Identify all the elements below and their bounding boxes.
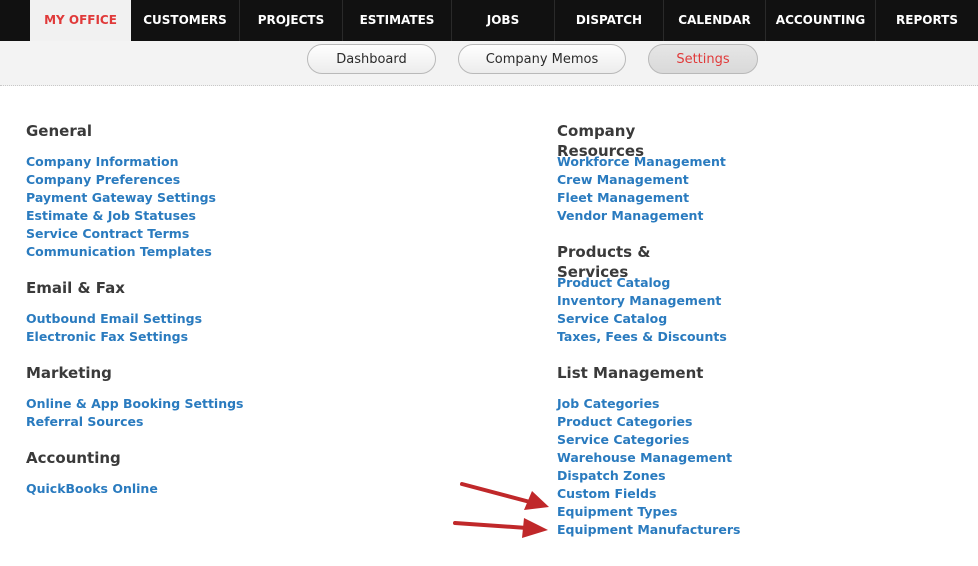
link-workforce-management[interactable]: Workforce Management — [557, 154, 726, 169]
tab-calendar[interactable]: CALENDAR — [664, 0, 766, 41]
link-referral-sources[interactable]: Referral Sources — [26, 414, 143, 429]
link-vendor-management[interactable]: Vendor Management — [557, 208, 703, 223]
link-list: Job Categories Product Categories Servic… — [557, 394, 740, 538]
link-quickbooks-online[interactable]: QuickBooks Online — [26, 481, 158, 496]
link-list: Company Information Company Preferences … — [26, 152, 216, 260]
section-email-fax: Email & Fax Outbound Email Settings Elec… — [26, 278, 202, 345]
section-title: List Management — [557, 364, 704, 382]
tab-jobs[interactable]: JOBS — [452, 0, 555, 41]
section-title: Marketing — [26, 364, 112, 382]
section-products-services: Products & Services Product Catalog Inve… — [557, 242, 727, 345]
link-product-categories[interactable]: Product Categories — [557, 414, 692, 429]
link-job-categories[interactable]: Job Categories — [557, 396, 660, 411]
link-list: Online & App Booking Settings Referral S… — [26, 394, 244, 430]
section-company-resources: Company Resources Workforce Management C… — [557, 121, 726, 224]
link-list: Workforce Management Crew Management Fle… — [557, 152, 726, 224]
settings-content: General Company Information Company Pref… — [0, 86, 978, 566]
tab-projects[interactable]: PROJECTS — [240, 0, 343, 41]
tab-accounting[interactable]: ACCOUNTING — [766, 0, 876, 41]
section-title: Products & Services — [557, 243, 651, 281]
section-title: General — [26, 122, 92, 140]
tab-customers[interactable]: CUSTOMERS — [131, 0, 240, 41]
link-list: Outbound Email Settings Electronic Fax S… — [26, 309, 202, 345]
link-crew-management[interactable]: Crew Management — [557, 172, 689, 187]
link-company-preferences[interactable]: Company Preferences — [26, 172, 180, 187]
section-title: Accounting — [26, 449, 121, 467]
link-company-information[interactable]: Company Information — [26, 154, 179, 169]
link-online-app-booking-settings[interactable]: Online & App Booking Settings — [26, 396, 244, 411]
top-nav: MY OFFICE CUSTOMERS PROJECTS ESTIMATES J… — [0, 0, 978, 41]
link-taxes-fees-discounts[interactable]: Taxes, Fees & Discounts — [557, 329, 727, 344]
section-list-management: List Management Job Categories Product C… — [557, 363, 740, 538]
link-outbound-email-settings[interactable]: Outbound Email Settings — [26, 311, 202, 326]
link-payment-gateway-settings[interactable]: Payment Gateway Settings — [26, 190, 216, 205]
link-custom-fields[interactable]: Custom Fields — [557, 486, 656, 501]
section-title: Email & Fax — [26, 279, 125, 297]
sub-nav: Dashboard Company Memos Settings — [0, 41, 978, 86]
link-list: Product Catalog Inventory Management Ser… — [557, 273, 727, 345]
subtab-settings[interactable]: Settings — [648, 44, 758, 74]
section-marketing: Marketing Online & App Booking Settings … — [26, 363, 244, 430]
link-service-catalog[interactable]: Service Catalog — [557, 311, 667, 326]
link-fleet-management[interactable]: Fleet Management — [557, 190, 689, 205]
section-title: Company Resources — [557, 122, 645, 160]
link-product-catalog[interactable]: Product Catalog — [557, 275, 670, 290]
link-service-contract-terms[interactable]: Service Contract Terms — [26, 226, 189, 241]
tab-estimates[interactable]: ESTIMATES — [343, 0, 452, 41]
tab-reports[interactable]: REPORTS — [876, 0, 978, 41]
link-equipment-manufacturers[interactable]: Equipment Manufacturers — [557, 522, 740, 537]
link-warehouse-management[interactable]: Warehouse Management — [557, 450, 732, 465]
tab-dispatch[interactable]: DISPATCH — [555, 0, 664, 41]
link-dispatch-zones[interactable]: Dispatch Zones — [557, 468, 666, 483]
section-general: General Company Information Company Pref… — [26, 121, 216, 260]
subtab-dashboard[interactable]: Dashboard — [307, 44, 436, 74]
link-estimate-job-statuses[interactable]: Estimate & Job Statuses — [26, 208, 196, 223]
subtab-company-memos[interactable]: Company Memos — [458, 44, 626, 74]
link-service-categories[interactable]: Service Categories — [557, 432, 689, 447]
link-communication-templates[interactable]: Communication Templates — [26, 244, 212, 259]
link-list: QuickBooks Online — [26, 479, 158, 497]
link-inventory-management[interactable]: Inventory Management — [557, 293, 721, 308]
link-equipment-types[interactable]: Equipment Types — [557, 504, 677, 519]
tab-my-office[interactable]: MY OFFICE — [30, 0, 131, 41]
section-accounting: Accounting QuickBooks Online — [26, 448, 158, 497]
link-electronic-fax-settings[interactable]: Electronic Fax Settings — [26, 329, 188, 344]
